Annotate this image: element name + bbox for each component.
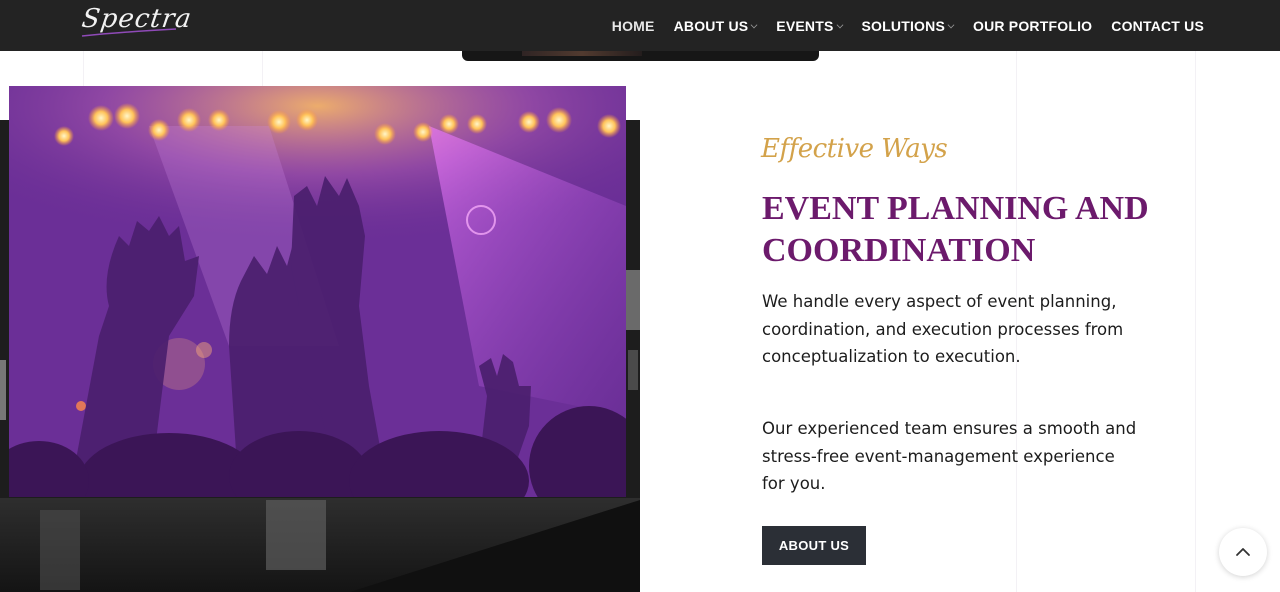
nav-our-portfolio[interactable]: OUR PORTFOLIO bbox=[973, 18, 1092, 34]
site-header: Spectra HOME ABOUT US EVENTS SOLUTIONS O… bbox=[0, 0, 1280, 51]
paragraph-team: Our experienced team ensures a smooth an… bbox=[762, 419, 1137, 493]
paragraph-intro: We handle every aspect of event planning… bbox=[762, 292, 1124, 366]
heading-line-1: EVENT PLANNING AND bbox=[762, 190, 1149, 227]
chevron-down-icon bbox=[947, 21, 955, 28]
nav-home[interactable]: HOME bbox=[612, 18, 655, 34]
nav-solutions-label: SOLUTIONS bbox=[861, 17, 945, 34]
logo-text: Spectra bbox=[79, 4, 194, 34]
heading-line-2: COORDINATION bbox=[762, 232, 1036, 269]
scroll-to-top-button[interactable] bbox=[1219, 528, 1267, 576]
logo[interactable]: Spectra bbox=[80, 2, 194, 46]
nav-contact-us[interactable]: CONTACT US bbox=[1111, 18, 1204, 34]
nav-solutions[interactable]: SOLUTIONS bbox=[861, 17, 955, 34]
chevron-up-icon bbox=[1236, 548, 1250, 556]
section-heading: EVENT PLANNING AND COORDINATION bbox=[762, 188, 1162, 272]
about-us-button[interactable]: ABOUT US bbox=[762, 526, 866, 565]
nav-events-label: EVENTS bbox=[776, 17, 834, 34]
chevron-down-icon bbox=[836, 21, 843, 28]
nav-home-label: HOME bbox=[611, 17, 655, 34]
column-guide bbox=[1195, 51, 1196, 592]
nav-events[interactable]: EVENTS bbox=[776, 17, 843, 34]
nav-about-us-label: ABOUT US bbox=[673, 17, 749, 34]
main-nav: HOME ABOUT US EVENTS SOLUTIONS OUR PORTF… bbox=[593, 0, 1204, 51]
nav-contact-us-label: CONTACT US bbox=[1111, 17, 1204, 34]
nav-about-us[interactable]: ABOUT US bbox=[674, 18, 758, 34]
chevron-down-icon bbox=[750, 21, 758, 28]
concert-crowd-image bbox=[9, 86, 626, 497]
nav-our-portfolio-label: OUR PORTFOLIO bbox=[973, 17, 1093, 34]
section-subtitle: Effective Ways bbox=[761, 134, 948, 164]
